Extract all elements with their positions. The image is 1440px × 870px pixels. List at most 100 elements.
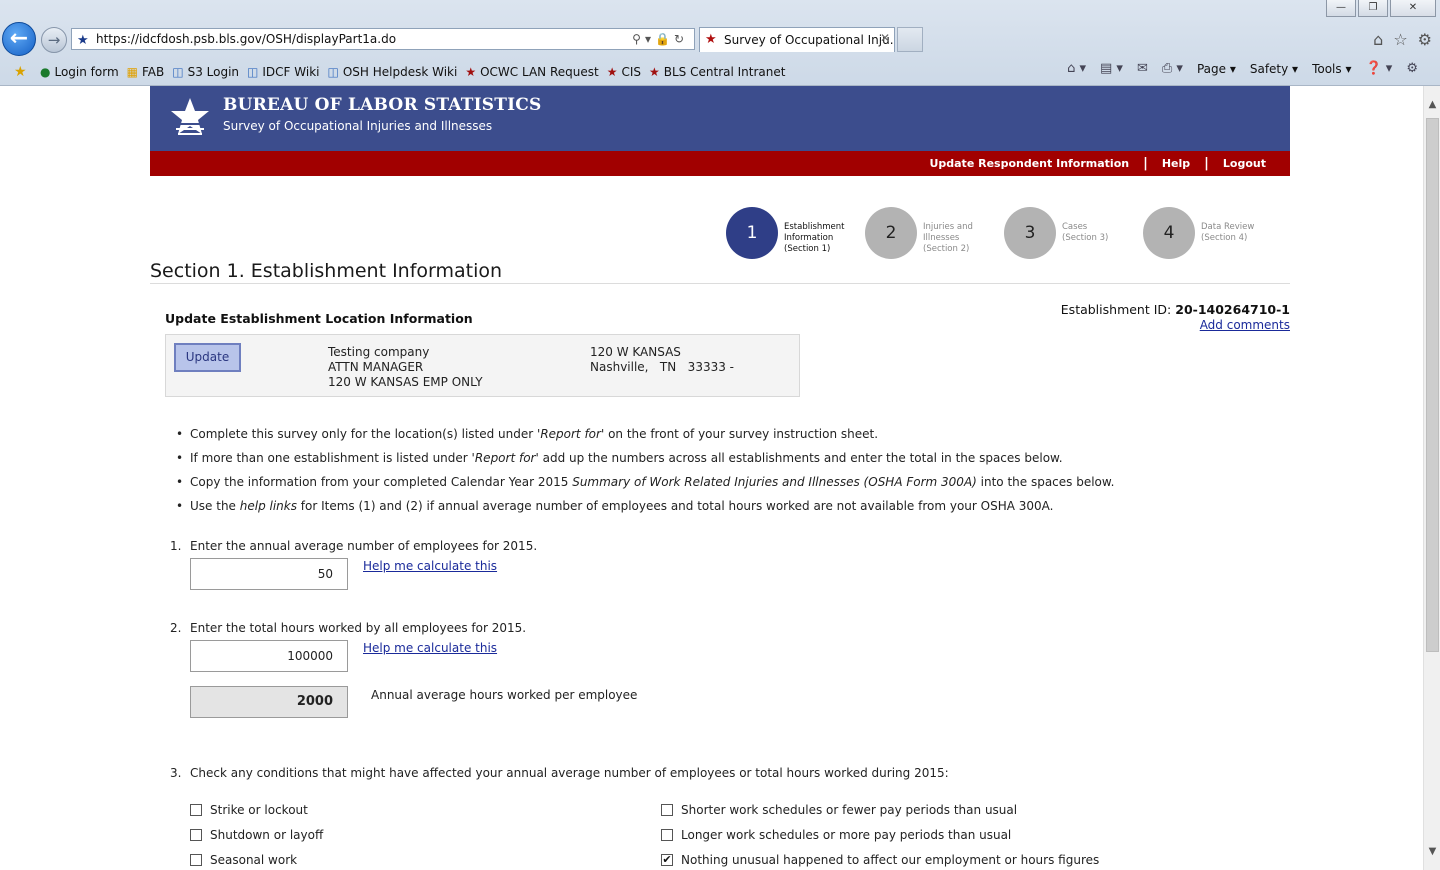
step-label: Cases (Section 3) [1062,222,1109,243]
home-dropdown-icon[interactable]: ⌂ ▾ [1067,61,1086,76]
instruction-item: Use the help links for Items (1) and (2)… [176,499,1114,523]
add-comments-link[interactable]: Add comments [1200,318,1290,332]
minimize-button[interactable]: — [1326,0,1356,17]
vertical-scrollbar[interactable]: ▲ ▼ [1423,86,1440,870]
address-bar[interactable]: ★ https://idcfdosh.psb.bls.gov/OSH/displ… [71,28,695,50]
scroll-down-icon[interactable]: ▼ [1424,843,1440,860]
section-title: Section 1. Establishment Information [150,260,503,282]
hours-input[interactable]: 100000 [190,640,348,672]
step-number: 4 [1143,207,1195,259]
lock-icon[interactable]: 🔒 [655,32,674,46]
help-calculate-employees-link[interactable]: Help me calculate this [363,559,497,573]
checkbox[interactable] [661,829,673,841]
chevron-down-icon[interactable]: ▾ [645,32,655,46]
close-window-button[interactable]: ✕ [1390,0,1436,17]
update-button[interactable]: Update [174,343,241,372]
update-location-title: Update Establishment Location Informatio… [165,311,473,326]
question-2: 2. Enter the total hours worked by all em… [170,621,527,635]
page-menu[interactable]: Page ▾ [1197,62,1236,76]
step-1: 1 Establishment Information (Section 1) [726,207,865,259]
checkbox-strike-lockout[interactable]: Strike or lockout [190,803,308,817]
add-favorite-icon[interactable]: ★ [14,64,32,80]
favorite-ocwc-lan-request[interactable]: ★ OCWC LAN Request [465,65,598,79]
step-2: 2 Injuries and Illnesses (Section 2) [865,207,1004,259]
browser-chrome: — ❐ ✕ ← → ★ https://idcfdosh.psb.bls.gov… [0,0,1440,86]
update-respondent-link[interactable]: Update Respondent Information [929,157,1129,170]
checkbox-seasonal-work[interactable]: Seasonal work [190,853,297,867]
tab-favicon: ★ [705,32,717,47]
star-icon: ★ [649,65,660,79]
street-line: 120 W KANSAS [590,345,681,359]
back-button[interactable]: ← [2,22,36,56]
bls-star-logo-icon [171,98,209,135]
checkbox[interactable] [190,829,202,841]
help-calculate-hours-link[interactable]: Help me calculate this [363,641,497,655]
new-tab-button[interactable] [897,27,923,52]
address-line: 120 W KANSAS EMP ONLY [328,375,483,389]
favorite-osh-helpdesk-wiki[interactable]: ◫ OSH Helpdesk Wiki [327,65,457,79]
favorite-cis[interactable]: ★ CIS [607,65,641,79]
favorite-bls-central-intranet[interactable]: ★ BLS Central Intranet [649,65,785,79]
print-icon[interactable]: ⎙ ▾ [1162,61,1183,76]
forward-button[interactable]: → [41,27,67,53]
logout-link[interactable]: Logout [1223,157,1266,170]
location-info-box: Update Testing company ATTN MANAGER 120 … [165,334,800,397]
help-link[interactable]: Help [1162,157,1190,170]
checkbox-nothing-unusual[interactable]: ✔ Nothing unusual happened to affect our … [661,853,1099,867]
favorite-idcf-wiki[interactable]: ◫ IDCF Wiki [247,65,319,79]
tab-current[interactable]: ★ Survey of Occupational Inju... [699,27,895,52]
employees-input[interactable]: 50 [190,558,348,590]
section-divider [150,283,1290,284]
site-title: BUREAU OF LABOR STATISTICS [223,95,542,115]
help-icon[interactable]: ❓ ▾ [1365,61,1392,76]
favorite-fab[interactable]: ▦ FAB [127,65,165,79]
settings-icon[interactable]: ⚙ [1406,61,1418,76]
checkbox[interactable] [190,854,202,866]
grid-icon: ▦ [126,65,138,79]
browser-right-icons: ⌂ ☆ ⚙ [1373,30,1432,49]
avg-hours-readonly: 2000 [190,686,348,718]
header-nav-bar: Update Respondent Information | Help | L… [150,151,1290,176]
step-label: Injuries and Illnesses (Section 2) [923,222,973,254]
safety-menu[interactable]: Safety ▾ [1250,62,1298,76]
maximize-button[interactable]: ❐ [1358,0,1388,17]
progress-steps: 1 Establishment Information (Section 1) 2 … [726,207,1282,259]
company-address: Testing company ATTN MANAGER 120 W KANSA… [328,345,483,390]
step-3: 3 Cases (Section 3) [1004,207,1143,259]
search-icon[interactable]: ⚲ [632,32,645,46]
home-icon[interactable]: ⌂ [1373,30,1383,49]
tab-title: Survey of Occupational Inju... [724,33,895,47]
scroll-thumb[interactable] [1426,118,1439,652]
question-3: 3. Check any conditions that might have a… [170,766,949,780]
checkbox[interactable] [190,804,202,816]
command-bar: ⌂ ▾ ▤ ▾ ✉ ⎙ ▾ Page ▾ Safety ▾ Tools ▾ ❓ … [1067,61,1418,76]
step-number: 3 [1004,207,1056,259]
site-favicon: ★ [77,33,89,48]
instruction-item: Complete this survey only for the locati… [176,427,1114,451]
checkbox-shutdown-layoff[interactable]: Shutdown or layoff [190,828,323,842]
instruction-item: Copy the information from your completed… [176,475,1114,499]
step-label: Establishment Information (Section 1) [784,222,845,254]
nav-separator: | [1204,156,1209,171]
favorite-s3-login[interactable]: ◫ S3 Login [172,65,239,79]
checkbox-longer-schedules[interactable]: Longer work schedules or more pay period… [661,828,1011,842]
checkbox-shorter-schedules[interactable]: Shorter work schedules or fewer pay peri… [661,803,1017,817]
favorite-login-form[interactable]: ● Login form [40,65,119,79]
checkbox[interactable]: ✔ [661,854,673,866]
feeds-icon[interactable]: ▤ ▾ [1100,61,1123,76]
tab-close-icon[interactable]: ✕ [878,31,892,45]
question-1: 1. Enter the annual average number of emp… [170,539,538,553]
star-icon: ★ [606,65,618,79]
scroll-up-icon[interactable]: ▲ [1424,96,1440,113]
mail-icon[interactable]: ✉ [1137,61,1148,76]
page-icon: ◫ [247,65,259,79]
site-subtitle: Survey of Occupational Injuries and Illn… [223,119,493,133]
checkbox[interactable] [661,804,673,816]
establishment-id: Establishment ID: 20-140264710-1 [1060,302,1290,317]
bls-banner: BUREAU OF LABOR STATISTICS Survey of Occ… [150,86,1290,151]
favorites-star-icon[interactable]: ☆ [1393,30,1407,49]
tools-menu[interactable]: Tools ▾ [1312,62,1351,76]
refresh-icon[interactable]: ↻ [674,32,688,46]
gear-icon[interactable]: ⚙ [1418,30,1432,49]
step-number: 2 [865,207,917,259]
